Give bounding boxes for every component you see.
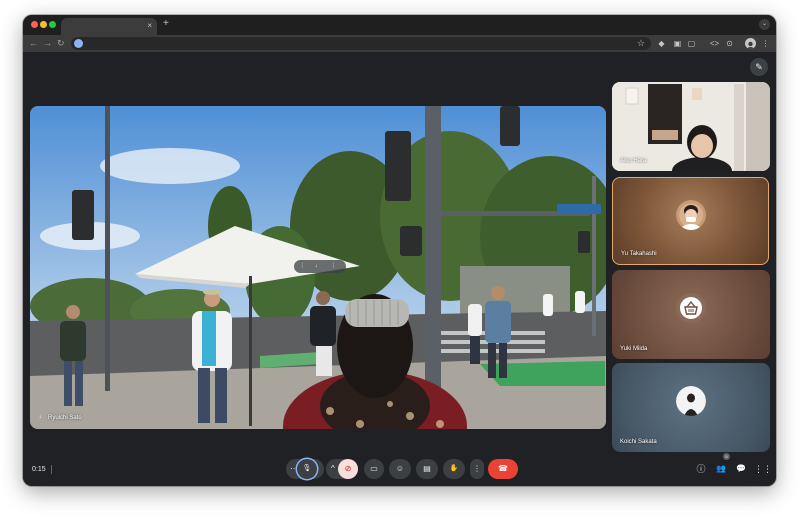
present-screen-button[interactable]: ▭ (364, 459, 384, 479)
more-options-button[interactable]: ⋮ (470, 459, 484, 479)
mic-muted-icon: ♩ (39, 414, 45, 420)
send-reaction-button[interactable]: ☺ (389, 459, 411, 479)
address-bar[interactable]: ☆ (71, 37, 651, 50)
participant-name-yu: Yu Takahashi (621, 251, 657, 257)
main-video-tile[interactable]: ⋮ ♩ ⋮ ♩ Ryuichi Sato (30, 106, 606, 429)
tab-close-icon[interactable]: × (147, 20, 152, 31)
participant-tile-aiko[interactable]: Aiko Hara (612, 82, 770, 171)
browser-menu-icon[interactable]: ⋮ (759, 37, 772, 50)
people-icon[interactable]: 👥 (714, 462, 728, 476)
activities-icon[interactable]: ⋮⋮ (754, 462, 772, 476)
tile-options-menu[interactable]: ⋮ ♩ ⋮ (294, 260, 346, 273)
meet-content: ✎ ⋮ ♩ ⋮ ♩ Ryuichi Sato Aiko Hara Yu Taka… (23, 52, 776, 486)
people-count-badge: 5 (723, 453, 730, 460)
tab-strip: × + ⌄ (23, 15, 776, 35)
captions-button[interactable]: ▤ (416, 459, 438, 479)
forward-icon[interactable]: → (43, 37, 52, 50)
camera-indicator-icon[interactable]: ▣ (671, 37, 684, 50)
bookmark-star-icon[interactable]: ☆ (637, 37, 645, 50)
browser-toolbar: ← → ↻ ☆ ◆ ▣ ▢ <> ⊙ ⋮ (23, 35, 776, 52)
participant-name-koichi: Koichi Sakata (620, 439, 657, 445)
visual-effects-button[interactable]: ✎ (750, 58, 768, 76)
leave-call-button[interactable]: ☎ (488, 459, 518, 479)
participant-avatar-yuki (676, 293, 706, 324)
devtools-icon[interactable]: <> (708, 37, 721, 50)
participant-name-yuki: Yuki Miida (620, 346, 648, 352)
participant-avatar-yu (675, 199, 706, 230)
new-tab-button[interactable]: + (163, 18, 169, 30)
participant-tile-yu[interactable]: Yu Takahashi (612, 177, 769, 265)
chevron-up-icon[interactable]: ^ (331, 464, 335, 473)
clock-divider (51, 465, 52, 474)
extension-icon[interactable]: ◆ (655, 37, 668, 50)
participant-name-main: Ryuichi Sato (48, 415, 82, 421)
profile-avatar[interactable] (745, 38, 756, 49)
participant-tile-yuki[interactable]: Yuki Miida (612, 270, 770, 359)
back-icon[interactable]: ← (29, 37, 38, 50)
participant-tile-koichi[interactable]: Koichi Sakata (612, 363, 770, 452)
browser-window: × + ⌄ ← → ↻ ☆ ◆ ▣ ▢ <> ⊙ ⋮ ✎ ⋮ ♩ ⋮ ♩ Ryu… (23, 15, 776, 486)
meeting-clock: 0:15 (32, 466, 46, 473)
participant-avatar-koichi (676, 386, 706, 417)
camera-off-button[interactable]: ⊘ (338, 459, 358, 479)
tab-search-button[interactable]: ⌄ (759, 19, 770, 30)
microphone-button[interactable]: 🎙 (297, 459, 317, 479)
minimize-window-button[interactable] (40, 21, 47, 28)
site-info-icon[interactable] (74, 39, 83, 48)
meeting-info-icon[interactable]: ⓘ (694, 462, 708, 476)
close-window-button[interactable] (31, 21, 38, 28)
reload-icon[interactable]: ↻ (57, 37, 65, 50)
link-icon[interactable]: ⊙ (723, 37, 736, 50)
browser-tab-meet[interactable]: × (61, 18, 157, 35)
raise-hand-button[interactable]: ✋ (443, 459, 465, 479)
maximize-window-button[interactable] (49, 21, 56, 28)
participant-name-aiko: Aiko Hara (620, 158, 647, 164)
extensions-puzzle-icon[interactable]: ▢ (685, 37, 698, 50)
chat-icon[interactable]: 💬 (734, 462, 748, 476)
